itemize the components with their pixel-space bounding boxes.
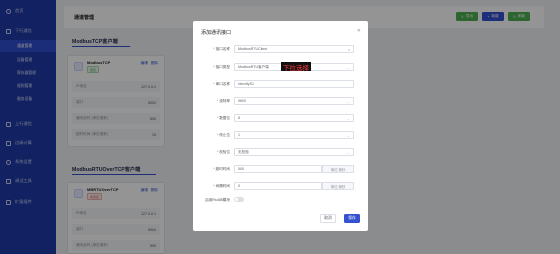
interval-input[interactable]: 0 xyxy=(234,182,322,190)
timeout-input[interactable]: 500 xyxy=(234,165,322,173)
chevron-down-icon: ⌄ xyxy=(346,99,350,104)
chevron-down-icon: ⌄ xyxy=(346,133,350,138)
cancel-button[interactable]: 取消 xyxy=(320,214,336,223)
stop-bits-select[interactable]: 1 ⌄ xyxy=(234,131,354,139)
save-button[interactable]: 保存 xyxy=(344,214,360,223)
chevron-down-icon: ⌄ xyxy=(346,116,350,121)
field-label: *停止位 xyxy=(216,133,230,137)
field-label: *接口名称 xyxy=(213,47,230,51)
serial-port-input[interactable]: /dev/ttyS1 xyxy=(234,80,354,88)
list-icon: ≡ xyxy=(347,47,350,52)
parity-select[interactable]: 无校验 ⌄ xyxy=(234,148,354,156)
field-label: *接口类型 xyxy=(213,65,230,69)
unit-label: 单位:毫秒 xyxy=(322,165,354,173)
unit-label: 单位:毫秒 xyxy=(322,182,354,190)
close-icon[interactable]: ✕ xyxy=(357,28,361,34)
field-label: *数据位 xyxy=(216,116,230,120)
interface-name-input[interactable]: ModbusRTUClient ≡ xyxy=(234,45,354,53)
field-label: *波特率 xyxy=(216,99,230,103)
switch-label: 启用Rs485模块 xyxy=(205,198,230,202)
rs485-toggle[interactable] xyxy=(234,197,244,202)
data-bits-select[interactable]: 8 ⌄ xyxy=(234,114,354,122)
baud-rate-select[interactable]: 9600 ⌄ xyxy=(234,97,354,105)
chevron-down-icon: ⌄ xyxy=(346,65,350,70)
chevron-down-icon: ⌄ xyxy=(346,150,350,155)
field-label: *间隔时间 xyxy=(213,184,230,188)
dialog-title: 添加通讯接口 xyxy=(201,30,232,36)
field-label: *校验位 xyxy=(216,150,230,154)
add-channel-dialog: 添加通讯接口 ✕ *接口名称 ModbusRTUClient ≡ *接口类型 Mo… xyxy=(193,21,368,231)
field-label: *串口名称 xyxy=(213,82,230,86)
dropdown-callout: 下拉选择 xyxy=(281,62,311,72)
field-label: *超时时间 xyxy=(213,167,230,171)
